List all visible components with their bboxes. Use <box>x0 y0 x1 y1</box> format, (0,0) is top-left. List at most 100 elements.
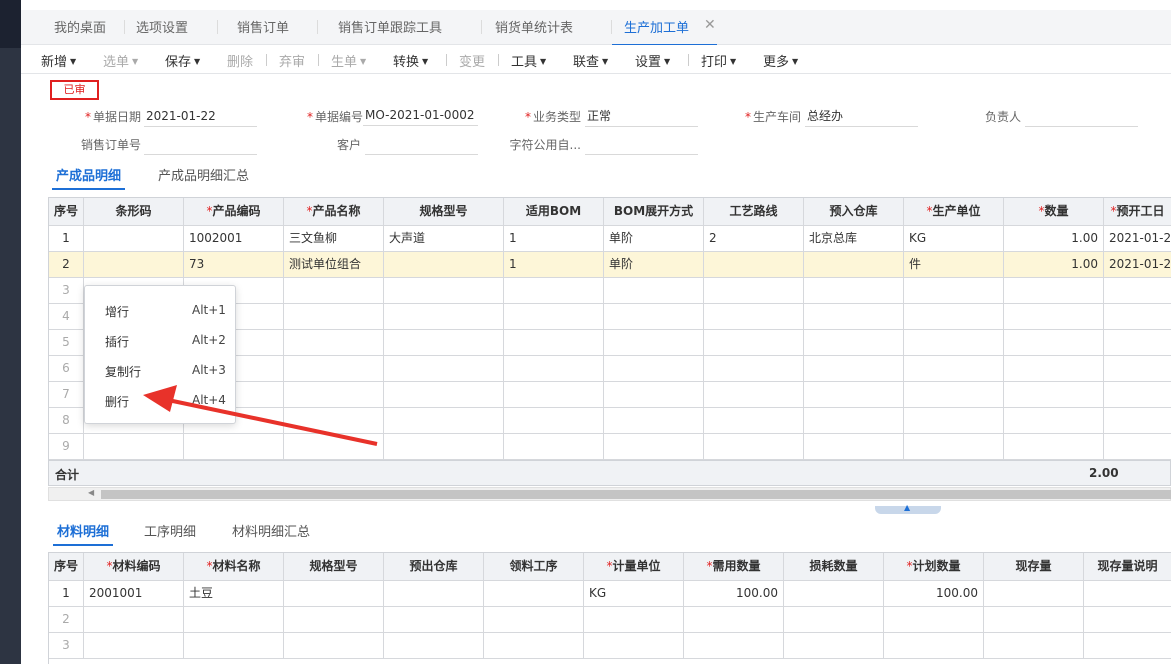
product-cell[interactable]: 73 <box>184 252 284 278</box>
material-cell[interactable]: 土豆 <box>184 581 284 607</box>
product-cell[interactable] <box>704 330 804 356</box>
material-cell[interactable]: KG <box>584 581 684 607</box>
product-cell[interactable] <box>384 382 504 408</box>
product-cell[interactable]: 2021-01-22 <box>1104 252 1171 278</box>
product-cell[interactable] <box>504 304 604 330</box>
product-cell[interactable] <box>604 408 704 434</box>
product-cell[interactable] <box>804 278 904 304</box>
print-button[interactable]: 打印 ▼ <box>701 51 736 70</box>
product-cell[interactable] <box>804 434 904 460</box>
material-cell[interactable] <box>984 633 1084 659</box>
product-cell[interactable]: 测试单位组合 <box>284 252 384 278</box>
product-cell[interactable] <box>604 434 704 460</box>
material-cell[interactable] <box>84 607 184 633</box>
convert-button[interactable]: 转换 ▼ <box>393 51 428 70</box>
material-cell[interactable] <box>684 633 784 659</box>
tab-sales-stats[interactable]: 销货单统计表 <box>495 17 573 41</box>
product-cell[interactable] <box>384 434 504 460</box>
product-cell[interactable] <box>1104 434 1171 460</box>
save-button[interactable]: 保存 ▼ <box>165 51 200 70</box>
material-cell[interactable] <box>584 607 684 633</box>
product-cell[interactable]: 1 <box>504 252 604 278</box>
tab-sales-order[interactable]: 销售订单 <box>237 17 289 41</box>
product-cell[interactable] <box>704 278 804 304</box>
product-cell[interactable] <box>1004 330 1104 356</box>
material-cell[interactable] <box>484 581 584 607</box>
product-cell[interactable] <box>704 356 804 382</box>
product-cell[interactable] <box>1104 278 1171 304</box>
product-cell[interactable] <box>904 278 1004 304</box>
material-column-header[interactable]: 预出仓库 <box>384 553 484 581</box>
product-cell[interactable] <box>604 304 704 330</box>
customer-field[interactable] <box>365 135 478 155</box>
select-button[interactable]: 选单 ▼ <box>103 51 138 70</box>
product-row[interactable]: 11002001三文鱼柳大声道1单阶2北京总库KG1.002021-01-22 <box>49 226 1171 252</box>
product-cell[interactable]: 2 <box>704 226 804 252</box>
product-cell[interactable] <box>504 356 604 382</box>
material-column-header[interactable]: 现存量说明 <box>1084 553 1171 581</box>
product-cell[interactable]: 北京总库 <box>804 226 904 252</box>
product-cell[interactable] <box>1004 408 1104 434</box>
product-cell[interactable]: 1.00 <box>1004 226 1104 252</box>
biz-type-field[interactable]: 正常 <box>585 107 698 127</box>
material-cell[interactable] <box>184 633 284 659</box>
material-cell[interactable] <box>784 581 884 607</box>
material-cell[interactable] <box>984 581 1084 607</box>
product-column-header[interactable]: 规格型号 <box>384 198 504 226</box>
material-cell[interactable] <box>284 607 384 633</box>
product-cell[interactable] <box>84 252 184 278</box>
material-column-header[interactable]: 领料工序 <box>484 553 584 581</box>
product-cell[interactable] <box>1104 304 1171 330</box>
product-cell[interactable] <box>504 408 604 434</box>
product-cell[interactable] <box>1104 330 1171 356</box>
product-cell[interactable]: 1002001 <box>184 226 284 252</box>
product-column-header[interactable]: 序号 <box>49 198 84 226</box>
product-cell[interactable] <box>804 252 904 278</box>
material-cell[interactable] <box>584 633 684 659</box>
doc-no-field[interactable]: MO-2021-01-0002 <box>363 106 478 126</box>
product-column-header[interactable]: *产品编码 <box>184 198 284 226</box>
tab-process-detail[interactable]: 工序明细 <box>144 521 196 540</box>
material-cell[interactable] <box>784 633 884 659</box>
tab-desktop[interactable]: 我的桌面 <box>54 17 106 41</box>
material-column-header[interactable]: 损耗数量 <box>784 553 884 581</box>
material-row[interactable]: 1 2001001 土豆 KG 100.00 100.00 <box>49 581 1171 607</box>
material-column-header[interactable]: *计划数量 <box>884 553 984 581</box>
menu-item-delete-row[interactable]: 删行 Alt+4 <box>85 385 237 413</box>
product-cell[interactable] <box>604 356 704 382</box>
product-column-header[interactable]: BOM展开方式 <box>604 198 704 226</box>
product-cell[interactable] <box>84 226 184 252</box>
so-no-field[interactable] <box>144 135 257 155</box>
menu-item-add-row[interactable]: 增行 Alt+1 <box>85 295 237 323</box>
material-cell[interactable] <box>84 633 184 659</box>
product-column-header[interactable]: *生产单位 <box>904 198 1004 226</box>
product-cell[interactable] <box>1104 408 1171 434</box>
unapprove-button[interactable]: 弃审 <box>279 51 305 70</box>
product-cell[interactable] <box>704 434 804 460</box>
product-cell[interactable] <box>904 330 1004 356</box>
material-column-header[interactable]: 规格型号 <box>284 553 384 581</box>
product-column-header[interactable]: 条形码 <box>84 198 184 226</box>
product-row[interactable]: 2 73测试单位组合 1单阶 件1.002021-01-22 <box>49 252 1171 278</box>
more-button[interactable]: 更多 ▼ <box>763 51 798 70</box>
product-cell[interactable] <box>184 434 284 460</box>
product-cell[interactable]: 三文鱼柳 <box>284 226 384 252</box>
tab-product-summary[interactable]: 产成品明细汇总 <box>158 165 249 184</box>
product-column-header[interactable]: *产品名称 <box>284 198 384 226</box>
product-cell[interactable] <box>704 408 804 434</box>
horizontal-scrollbar[interactable]: ◀ <box>48 487 1171 501</box>
product-column-header[interactable]: *预开工日 <box>1104 198 1171 226</box>
scrollbar-thumb[interactable] <box>101 490 1171 499</box>
material-cell[interactable] <box>484 607 584 633</box>
owner-field[interactable] <box>1025 107 1138 127</box>
product-cell[interactable] <box>1004 382 1104 408</box>
material-row[interactable]: 3 <box>49 633 1171 659</box>
product-cell[interactable]: 1 <box>504 226 604 252</box>
product-cell[interactable] <box>704 252 804 278</box>
link-query-button[interactable]: 联查 ▼ <box>573 51 608 70</box>
product-cell[interactable] <box>804 330 904 356</box>
product-cell[interactable] <box>1004 304 1104 330</box>
product-cell[interactable] <box>804 382 904 408</box>
material-column-header[interactable]: *材料名称 <box>184 553 284 581</box>
product-cell[interactable] <box>904 408 1004 434</box>
